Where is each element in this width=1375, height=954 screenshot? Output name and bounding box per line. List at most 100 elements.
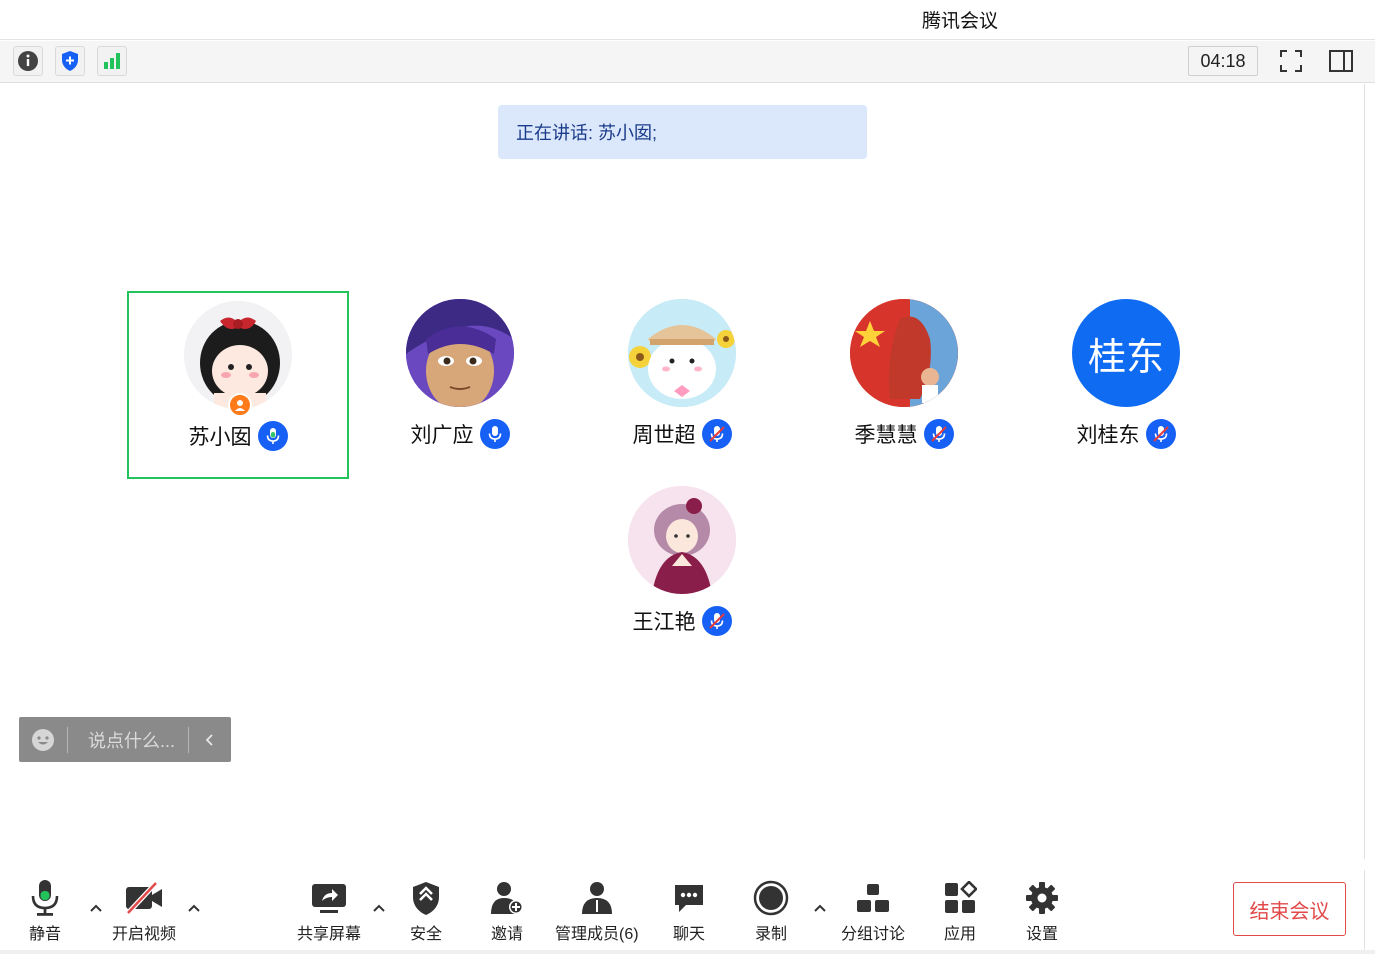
bottom-toolbar: 静音 开启视频 共享屏幕 安全 邀请 管理成员(6) 聊天 录制 分组讨论 应用…: [0, 870, 1364, 954]
microphone-icon: [31, 880, 59, 916]
record-button[interactable]: 录制: [753, 878, 789, 944]
participant-name-row: 周世超: [571, 419, 793, 449]
avatar-image: [628, 299, 736, 407]
participant-tile[interactable]: 季慧慧: [793, 291, 1015, 479]
sidebar-toggle-button[interactable]: [1326, 46, 1356, 76]
meeting-timer: 04:18: [1188, 46, 1258, 76]
chevron-up-icon[interactable]: [88, 900, 104, 916]
record-icon: [753, 880, 789, 916]
breakout-rooms-button[interactable]: 分组讨论: [841, 878, 905, 944]
video-button[interactable]: 开启视频: [112, 878, 176, 944]
mic-status: [479, 419, 510, 449]
mic-muted-icon: [708, 613, 725, 629]
apps-icon: [945, 881, 977, 913]
avatar: [628, 486, 736, 594]
speaking-indicator: 正在讲话: 苏小囡;: [498, 105, 867, 159]
mic-on-icon: [266, 428, 279, 444]
video-label: 开启视频: [112, 926, 177, 943]
mic-on-icon: [488, 426, 501, 442]
avatar-image: [850, 299, 958, 407]
mic-status: [701, 419, 732, 449]
avatar: [406, 299, 514, 407]
signal-bars-icon: [104, 53, 120, 69]
mic-status: [1145, 419, 1176, 449]
participant-name-row: 刘桂东: [1015, 419, 1237, 449]
mic-status: [923, 419, 954, 449]
participant-tile[interactable]: 苏小囡: [127, 291, 349, 479]
chat-input[interactable]: 说点什么...: [68, 727, 188, 753]
host-badge: [228, 393, 252, 417]
share-screen-button[interactable]: 共享屏幕: [297, 878, 361, 944]
avatar: 桂东: [1072, 299, 1180, 407]
participant-name: 刘广应: [410, 424, 474, 447]
video-off-icon: [126, 881, 162, 915]
right-divider-lower: [1364, 870, 1365, 950]
bottom-edge: [0, 950, 1375, 954]
mic-status: [701, 606, 732, 636]
collapse-chat-button[interactable]: [189, 733, 231, 747]
smiley-icon: [32, 728, 54, 751]
fullscreen-icon: [1280, 50, 1302, 72]
shield-icon: [413, 882, 439, 915]
fullscreen-button[interactable]: [1276, 46, 1306, 76]
right-divider: [1364, 84, 1365, 859]
participant-name: 王江艳: [632, 611, 696, 634]
participant-tile[interactable]: 王江艳: [571, 478, 793, 666]
avatar: [850, 299, 958, 407]
invite-button[interactable]: 邀请: [489, 878, 525, 944]
participant-name-row: 季慧慧: [793, 419, 1015, 449]
breakout-icon: [857, 884, 889, 912]
end-meeting-button[interactable]: 结束会议: [1233, 882, 1346, 936]
quick-chat-box[interactable]: 说点什么...: [19, 717, 231, 762]
participant-name: 季慧慧: [854, 424, 918, 447]
mic-muted-icon: [708, 426, 725, 442]
shield-icon: [62, 51, 78, 71]
participant-name: 周世超: [632, 424, 696, 447]
security-button[interactable]: 安全: [410, 878, 442, 944]
chevron-up-icon[interactable]: [186, 900, 202, 916]
info-button[interactable]: [13, 46, 43, 76]
settings-button[interactable]: 设置: [1025, 878, 1059, 944]
invite-label: 邀请: [490, 926, 523, 943]
mute-label: 静音: [28, 926, 61, 943]
panel-right-icon: [1329, 50, 1353, 72]
security-label: 安全: [410, 926, 443, 943]
record-label: 录制: [754, 926, 787, 943]
participant-name: 刘桂东: [1076, 424, 1140, 447]
chevron-up-icon[interactable]: [812, 900, 828, 916]
avatar: [628, 299, 736, 407]
security-status-button[interactable]: [55, 46, 85, 76]
participant-name-row: 刘广应: [349, 419, 571, 449]
members-icon: [581, 882, 612, 914]
avatar-initials: 桂东: [1087, 336, 1164, 379]
mic-muted-icon: [1152, 426, 1169, 442]
mute-button[interactable]: 静音: [28, 878, 62, 944]
chevron-up-icon[interactable]: [371, 900, 387, 916]
emoji-button[interactable]: [19, 727, 67, 753]
title-bar: 腾讯会议: [0, 0, 1375, 40]
mic-muted-icon: [930, 426, 947, 442]
participant-name: 苏小囡: [188, 426, 252, 449]
manage-members-button[interactable]: 管理成员(6): [555, 878, 639, 944]
manage-members-label: 管理成员(6): [555, 926, 639, 943]
apps-button[interactable]: 应用: [943, 878, 977, 944]
info-icon: [18, 51, 38, 71]
breakout-rooms-label: 分组讨论: [841, 926, 906, 943]
person-icon: [235, 400, 245, 411]
chevron-left-icon: [205, 733, 213, 746]
share-screen-icon: [312, 884, 346, 913]
participant-tile[interactable]: 刘广应: [349, 291, 571, 479]
gear-icon: [1026, 882, 1058, 914]
chat-button[interactable]: 聊天: [672, 878, 706, 944]
avatar-image: [628, 486, 736, 594]
participant-tile[interactable]: 周世超: [571, 291, 793, 479]
participant-tile[interactable]: 桂东 刘桂东: [1015, 291, 1237, 479]
avatar-image: [406, 299, 514, 407]
participant-name-row: 苏小囡: [129, 421, 347, 451]
mic-status: [257, 421, 288, 451]
network-button[interactable]: [97, 46, 127, 76]
add-user-icon: [491, 882, 523, 914]
apps-label: 应用: [943, 926, 976, 943]
meeting-window: 腾讯会议 04:18 正在讲话: 苏小囡; 苏小囡 刘广应 周世超 季慧慧 桂东…: [0, 0, 1375, 954]
settings-label: 设置: [1025, 926, 1058, 943]
